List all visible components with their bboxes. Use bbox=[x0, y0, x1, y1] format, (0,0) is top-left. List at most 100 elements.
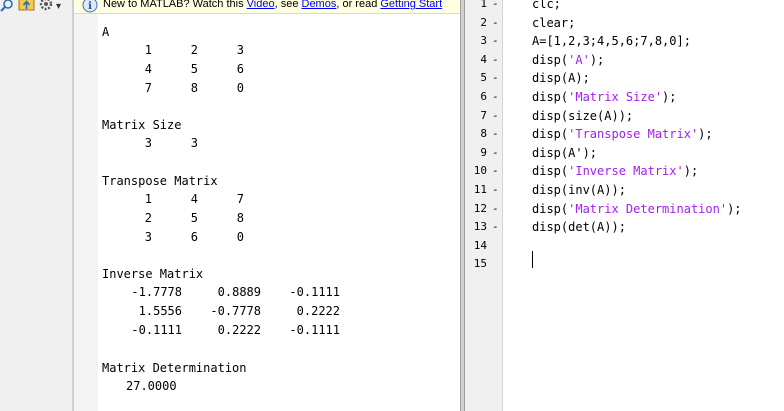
breakpoint-marker[interactable]: - bbox=[492, 146, 499, 160]
line-number: 13 bbox=[473, 220, 487, 234]
code-line[interactable]: disp(A'); bbox=[532, 146, 597, 160]
output-label-transpose: Transpose Matrix bbox=[102, 174, 218, 188]
matrix-A-cell: 3 bbox=[236, 43, 244, 57]
code-token: ); bbox=[727, 201, 742, 216]
matrix-inverse-cell: 1.5556 bbox=[138, 304, 182, 318]
code-token: A=[1,2,3;4,5,6;7,8,0]; bbox=[532, 34, 691, 49]
getting-started-link[interactable]: Getting Start bbox=[380, 0, 442, 10]
matrix-A-cell: 0 bbox=[236, 81, 244, 95]
string-literal: 'Matrix Determination' bbox=[568, 201, 728, 216]
breakpoint-marker[interactable]: - bbox=[492, 71, 499, 85]
line-number: 9 bbox=[480, 145, 487, 159]
line-number: 5 bbox=[480, 71, 487, 85]
matrix-transpose-cell: 8 bbox=[236, 211, 244, 225]
code-line[interactable]: clear; bbox=[532, 16, 575, 30]
string-literal: 'Transpose Matrix' bbox=[568, 127, 699, 142]
breakpoint-marker[interactable]: - bbox=[492, 183, 499, 197]
line-number: 3 bbox=[480, 34, 487, 48]
matrix-inverse-cell: 0.8889 bbox=[217, 285, 261, 299]
output-label-inverse: Inverse Matrix bbox=[102, 267, 204, 281]
left-panel bbox=[0, 0, 74, 411]
line-number: 15 bbox=[473, 257, 487, 271]
code-token: disp(A); bbox=[532, 71, 590, 86]
breakpoint-marker[interactable]: - bbox=[492, 109, 499, 123]
code-line[interactable]: disp(size(A)); bbox=[532, 109, 633, 123]
video-link[interactable]: Video bbox=[247, 0, 275, 10]
line-number: 12 bbox=[473, 201, 487, 215]
code-line[interactable]: disp('Matrix Size'); bbox=[532, 90, 677, 104]
code-token: disp( bbox=[532, 52, 569, 67]
code-token: ); bbox=[698, 127, 713, 142]
line-number: 7 bbox=[480, 108, 487, 122]
code-token: disp( bbox=[532, 201, 569, 216]
code-line[interactable]: disp('A'); bbox=[532, 53, 604, 67]
gear-icon[interactable] bbox=[38, 0, 54, 13]
breakpoint-marker[interactable]: - bbox=[492, 127, 499, 141]
matrix-inverse-cell: 0.2222 bbox=[296, 304, 340, 318]
gutter-border bbox=[502, 0, 503, 411]
info-text-middle2: , or read bbox=[336, 0, 381, 10]
line-number: 4 bbox=[480, 52, 487, 66]
code-line[interactable]: disp('Transpose Matrix'); bbox=[532, 127, 713, 141]
svg-text:i: i bbox=[88, 1, 92, 12]
matrix-inverse-cell: -0.1111 bbox=[289, 323, 340, 337]
info-message: New to MATLAB? Watch this Video, see Dem… bbox=[103, 0, 442, 10]
info-bar: i New to MATLAB? Watch this Video, see D… bbox=[74, 0, 460, 14]
toolbar: ▾ bbox=[0, 0, 74, 13]
matrix-transpose-cell: 7 bbox=[236, 192, 244, 206]
search-icon[interactable] bbox=[0, 0, 16, 13]
code-token: disp(A'); bbox=[532, 145, 598, 160]
info-text-prefix: New to MATLAB? Watch this bbox=[103, 0, 247, 10]
code-token: ); bbox=[589, 52, 605, 67]
matrix-inverse-cell: -0.1111 bbox=[289, 285, 340, 299]
code-line[interactable]: disp(det(A)); bbox=[532, 220, 626, 234]
matrix-inverse-cell: -0.7778 bbox=[210, 304, 261, 318]
folder-up-icon[interactable] bbox=[18, 0, 36, 13]
breakpoint-marker[interactable]: - bbox=[492, 16, 499, 30]
code-line[interactable]: disp(A); bbox=[532, 71, 590, 85]
code-line[interactable]: disp(inv(A)); bbox=[532, 183, 626, 197]
line-number: 2 bbox=[480, 15, 487, 29]
breakpoint-marker[interactable]: - bbox=[492, 220, 499, 234]
editor[interactable]: 1- clc; 2- clear; 3- A=[1,2,3;4,5,6;7,8,0]; 4-… bbox=[465, 0, 784, 411]
breakpoint-marker[interactable]: - bbox=[492, 202, 499, 216]
code-token: disp( bbox=[532, 127, 569, 142]
line-number: 6 bbox=[480, 90, 487, 103]
breakpoint-marker[interactable]: - bbox=[492, 0, 499, 11]
output-label-det: Matrix Determination bbox=[102, 361, 247, 375]
output-label-size: Matrix Size bbox=[102, 118, 182, 132]
matrix-inverse-cell: -1.7778 bbox=[131, 285, 182, 299]
string-literal: 'A' bbox=[568, 52, 590, 67]
matrix-inverse-cell: -0.1111 bbox=[131, 323, 182, 337]
code-token: disp(size(A)); bbox=[532, 108, 634, 123]
line-number: 1 bbox=[480, 0, 487, 10]
line-number: 10 bbox=[473, 164, 487, 178]
breakpoint-marker[interactable]: - bbox=[492, 164, 499, 178]
code-line[interactable]: disp('Matrix Determination'); bbox=[532, 202, 742, 216]
code-token: ); bbox=[662, 90, 677, 104]
string-literal: 'Matrix Size' bbox=[568, 90, 663, 104]
code-line[interactable]: A=[1,2,3;4,5,6;7,8,0]; bbox=[532, 34, 691, 48]
chevron-down-icon[interactable]: ▾ bbox=[56, 0, 61, 13]
breakpoint-marker[interactable]: - bbox=[492, 34, 499, 48]
code-token: disp( bbox=[532, 90, 569, 104]
code-token: disp(inv(A)); bbox=[532, 183, 626, 197]
code-line[interactable]: clc; bbox=[532, 0, 561, 11]
info-icon: i bbox=[82, 0, 98, 13]
code-token: disp(det(A)); bbox=[532, 220, 626, 235]
breakpoint-marker[interactable]: - bbox=[492, 90, 499, 104]
matrix-transpose-cell: 0 bbox=[236, 230, 244, 244]
code-line[interactable]: disp('Inverse Matrix'); bbox=[532, 164, 698, 178]
code-token: clc; bbox=[532, 0, 561, 11]
line-number: 14 bbox=[473, 238, 487, 252]
output-label-A: A bbox=[102, 25, 110, 39]
matrix-size-cell: 3 bbox=[190, 136, 198, 150]
line-number: 11 bbox=[473, 183, 487, 196]
text-cursor bbox=[532, 251, 533, 268]
line-number: 8 bbox=[480, 127, 487, 141]
matrix-inverse-cell: 0.2222 bbox=[217, 323, 261, 337]
info-text-middle: , see bbox=[274, 0, 302, 10]
code-token: clear; bbox=[532, 15, 576, 30]
breakpoint-marker[interactable]: - bbox=[492, 53, 499, 67]
demos-link[interactable]: Demos bbox=[302, 0, 337, 10]
